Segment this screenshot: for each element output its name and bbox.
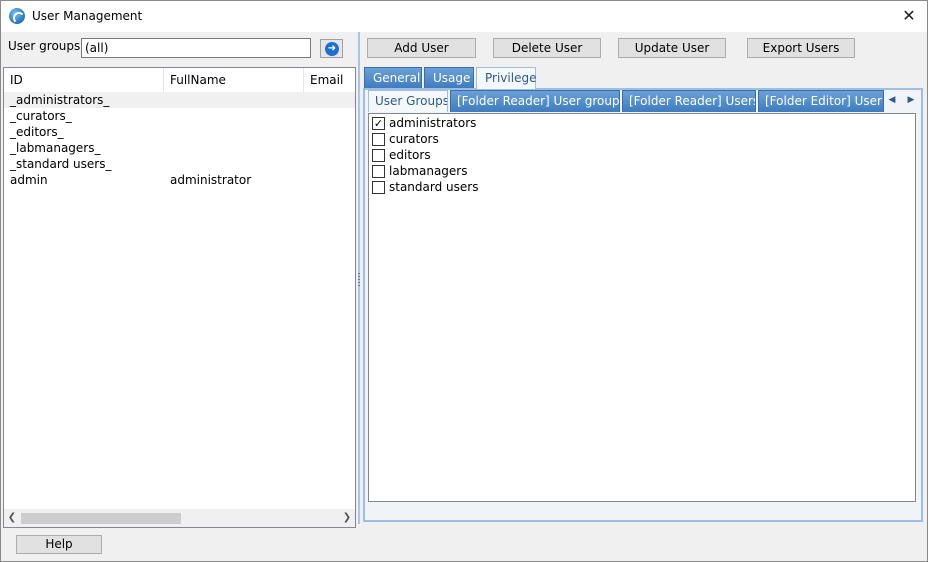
tab-folder-reader-user-groups[interactable]: [Folder Reader] User groups xyxy=(450,90,620,112)
list-item[interactable]: curators xyxy=(369,131,915,147)
chevron-right-icon[interactable]: ❯ xyxy=(339,509,355,527)
column-header-fullname[interactable]: FullName xyxy=(164,68,304,92)
checkbox-icon[interactable] xyxy=(372,133,385,146)
user-groups-checklist: ✓ administrators curators editors labman… xyxy=(368,113,916,502)
close-icon[interactable]: ✕ xyxy=(901,7,917,25)
app-logo-icon xyxy=(9,8,25,24)
checkbox-icon[interactable] xyxy=(372,165,385,178)
cell-id: _labmanagers_ xyxy=(10,141,101,155)
checkbox-label: administrators xyxy=(389,116,477,130)
user-groups-input[interactable]: (all) xyxy=(81,38,311,58)
inner-tab-bar: User Groups [Folder Reader] User groups … xyxy=(368,90,918,112)
checkbox-label: curators xyxy=(389,132,439,146)
tab-scroll-right-icon[interactable]: ▶ xyxy=(904,91,918,109)
tab-scroll-left-icon[interactable]: ◀ xyxy=(885,91,899,109)
column-header-email[interactable]: Email xyxy=(304,68,364,92)
checkbox-label: editors xyxy=(389,148,431,162)
user-management-window: User Management ✕ User groups (all) ➜ ID… xyxy=(0,0,928,562)
update-user-button[interactable]: Update User xyxy=(618,38,726,58)
help-button[interactable]: Help xyxy=(16,535,102,554)
tab-privilege[interactable]: Privilege xyxy=(476,67,536,89)
list-item[interactable]: ✓ administrators xyxy=(369,115,915,131)
cell-id: _editors_ xyxy=(10,125,64,139)
table-row[interactable]: _administrators_ xyxy=(4,92,355,108)
tab-user-groups[interactable]: User Groups xyxy=(368,90,448,112)
table-row[interactable]: _labmanagers_ xyxy=(4,140,355,156)
tab-general[interactable]: General xyxy=(364,67,422,88)
table-row[interactable]: _editors_ xyxy=(4,124,355,140)
cell-id: _standard users_ xyxy=(10,157,112,171)
horizontal-scrollbar[interactable]: ❮ ❯ xyxy=(4,509,355,527)
checkbox-icon[interactable] xyxy=(372,181,385,194)
tab-folder-reader-users[interactable]: [Folder Reader] Users xyxy=(622,90,756,112)
table-body: _administrators_ _curators_ _editors_ _l… xyxy=(4,92,355,188)
checkbox-checked-icon[interactable]: ✓ xyxy=(372,117,385,130)
table-row[interactable]: _curators_ xyxy=(4,108,355,124)
cell-id: _curators_ xyxy=(10,109,72,123)
tab-folder-editor-user-groups[interactable]: [Folder Editor] User groups xyxy=(758,90,884,112)
table-row[interactable]: _standard users_ xyxy=(4,156,355,172)
cell-id: _administrators_ xyxy=(10,93,110,107)
table-header: ID FullName Email xyxy=(4,68,355,92)
table-row[interactable]: admin administrator xyxy=(4,172,355,188)
scrollbar-thumb[interactable] xyxy=(21,513,181,524)
user-groups-label: User groups xyxy=(8,39,81,53)
window-title: User Management xyxy=(32,9,143,23)
list-item[interactable]: labmanagers xyxy=(369,163,915,179)
arrow-right-icon: ➜ xyxy=(325,42,339,56)
checkbox-label: standard users xyxy=(389,180,479,194)
delete-user-button[interactable]: Delete User xyxy=(493,38,601,58)
checkbox-label: labmanagers xyxy=(389,164,468,178)
cell-id: admin xyxy=(10,173,48,187)
export-users-button[interactable]: Export Users xyxy=(747,38,855,58)
list-item[interactable]: standard users xyxy=(369,179,915,195)
tab-usage[interactable]: Usage xyxy=(424,67,474,88)
list-item[interactable]: editors xyxy=(369,147,915,163)
users-table: ID FullName Email _administrators_ _cura… xyxy=(3,67,356,528)
add-user-button[interactable]: Add User xyxy=(367,38,476,58)
chevron-left-icon[interactable]: ❮ xyxy=(4,509,20,527)
cell-fullname: administrator xyxy=(170,173,252,187)
splitter-grip-icon[interactable] xyxy=(358,273,360,287)
column-header-id[interactable]: ID xyxy=(4,68,164,92)
go-button[interactable]: ➜ xyxy=(320,39,343,58)
checkbox-icon[interactable] xyxy=(372,149,385,162)
title-bar: User Management ✕ xyxy=(1,1,927,32)
